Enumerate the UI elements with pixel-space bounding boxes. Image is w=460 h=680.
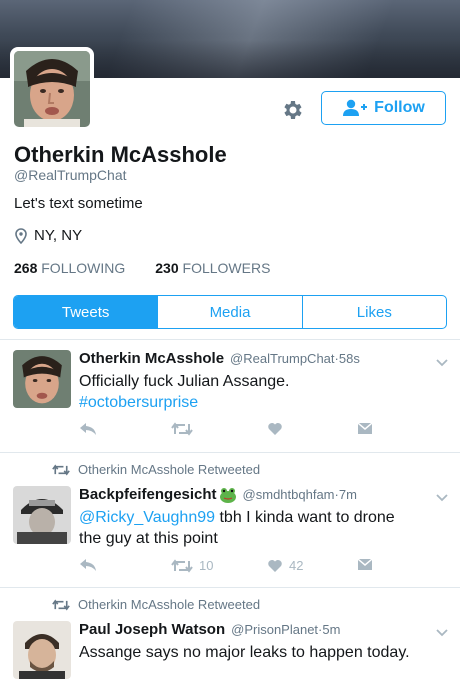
tweet-author-name[interactable]: Backpfeifengesicht	[79, 486, 217, 503]
chevron-down-icon[interactable]	[434, 624, 450, 640]
like-icon	[268, 559, 282, 572]
message-button[interactable]	[357, 558, 373, 572]
tweet-author-handle[interactable]: @smdhtbqhfam	[243, 487, 335, 502]
tweet-text: Assange says no major leaks to happen to…	[79, 644, 410, 661]
tweet-time: 58s	[338, 351, 360, 366]
tweet-time: 7m	[338, 487, 357, 502]
like-button[interactable]	[267, 422, 283, 436]
tab-likes[interactable]: Likes	[303, 296, 446, 328]
chevron-down-icon[interactable]	[434, 354, 450, 370]
profile-name: Otherkin McAsshole	[14, 142, 227, 167]
reply-button[interactable]	[79, 422, 97, 436]
profile-avatar[interactable]	[14, 51, 90, 127]
message-button[interactable]	[357, 422, 373, 436]
gear-icon	[284, 101, 302, 119]
tweet-header: Paul Joseph Watson @PrisonPlanet · 5m	[79, 621, 340, 638]
tweet-header: Otherkin McAsshole @RealTrumpChat · 58s	[79, 350, 360, 367]
following-stat[interactable]: 268 FOLLOWING	[14, 260, 125, 276]
tweet-author-handle[interactable]: @PrisonPlanet	[231, 622, 318, 637]
following-label: FOLLOWING	[41, 260, 126, 276]
tweet-avatar[interactable]	[13, 486, 71, 544]
profile-stats: 268 FOLLOWING 230 FOLLOWERS	[14, 260, 270, 276]
profile-location: NY, NY	[14, 227, 82, 244]
following-count: 268	[14, 260, 38, 276]
chevron-down-icon[interactable]	[434, 489, 450, 505]
retweet-icon	[52, 599, 70, 610]
location-pin-icon	[15, 227, 27, 244]
tweet-item[interactable]: Otherkin McAsshole Retweeted Backpfeifen…	[0, 453, 460, 587]
tweet-actions: 10 42	[79, 558, 379, 578]
tweet-item[interactable]: Otherkin McAsshole Retweeted Paul Joseph…	[0, 588, 460, 680]
retweet-context-text[interactable]: Otherkin McAsshole Retweeted	[78, 597, 260, 612]
follow-button[interactable]: Follow	[321, 91, 446, 125]
retweet-button[interactable]: 10	[171, 558, 213, 573]
retweet-button[interactable]	[171, 422, 193, 436]
reply-button[interactable]	[79, 558, 97, 572]
message-icon	[358, 559, 372, 570]
like-count: 42	[289, 558, 304, 573]
tab-media[interactable]: Media	[158, 296, 303, 328]
followers-count: 230	[155, 260, 179, 276]
tweet-actions	[79, 422, 379, 442]
profile-tabs: Tweets Media Likes	[13, 295, 447, 329]
reply-icon	[80, 423, 96, 435]
tweet-body-line1: tbh I kinda want to drone	[215, 509, 395, 526]
profile-avatar-frame[interactable]	[10, 47, 94, 131]
tweet-avatar[interactable]	[13, 621, 71, 679]
message-icon	[358, 423, 372, 434]
follow-label: Follow	[374, 99, 425, 116]
tweet-author-name[interactable]: Otherkin McAsshole	[79, 350, 224, 367]
retweet-count: 10	[199, 558, 214, 573]
add-user-icon	[343, 99, 368, 116]
followers-stat[interactable]: 230 FOLLOWERS	[155, 260, 270, 276]
retweet-context: Otherkin McAsshole Retweeted	[52, 462, 260, 477]
tweet-author-name[interactable]: Paul Joseph Watson	[79, 621, 225, 638]
tweet-avatar[interactable]	[13, 350, 71, 408]
followers-label: FOLLOWERS	[182, 260, 271, 276]
retweet-icon	[52, 464, 70, 475]
tweet-text: @Ricky_Vaughn99 tbh I kinda want to dron…	[79, 507, 451, 549]
settings-button[interactable]	[278, 96, 306, 124]
tab-tweets[interactable]: Tweets	[14, 296, 159, 328]
retweet-icon	[171, 558, 193, 573]
retweet-context: Otherkin McAsshole Retweeted	[52, 597, 260, 612]
profile-handle: @RealTrumpChat	[14, 167, 127, 183]
retweet-icon	[171, 422, 193, 436]
retweet-context-text[interactable]: Otherkin McAsshole Retweeted	[78, 462, 260, 477]
frog-emoji	[219, 487, 236, 503]
profile-bio: Let's text sometime	[14, 195, 143, 212]
tweet-mention[interactable]: @Ricky_Vaughn99	[79, 509, 215, 526]
tweet-hashtag[interactable]: #octobersurprise	[79, 392, 451, 413]
tweet-body-line2: the guy at this point	[79, 530, 218, 547]
tweet-author-handle[interactable]: @RealTrumpChat	[230, 351, 334, 366]
tweet-body: Officially fuck Julian Assange.	[79, 373, 290, 390]
like-icon	[268, 423, 282, 435]
location-text: NY, NY	[34, 227, 83, 244]
tweet-text: Officially fuck Julian Assange. #october…	[79, 371, 451, 413]
tweet-item[interactable]: Otherkin McAsshole @RealTrumpChat · 58s …	[0, 340, 460, 452]
tweet-header: Backpfeifengesicht @smdhtbqhfam · 7m	[79, 486, 357, 503]
tweet-time: 5m	[322, 622, 341, 637]
like-button[interactable]: 42	[267, 558, 303, 573]
reply-icon	[80, 559, 96, 571]
